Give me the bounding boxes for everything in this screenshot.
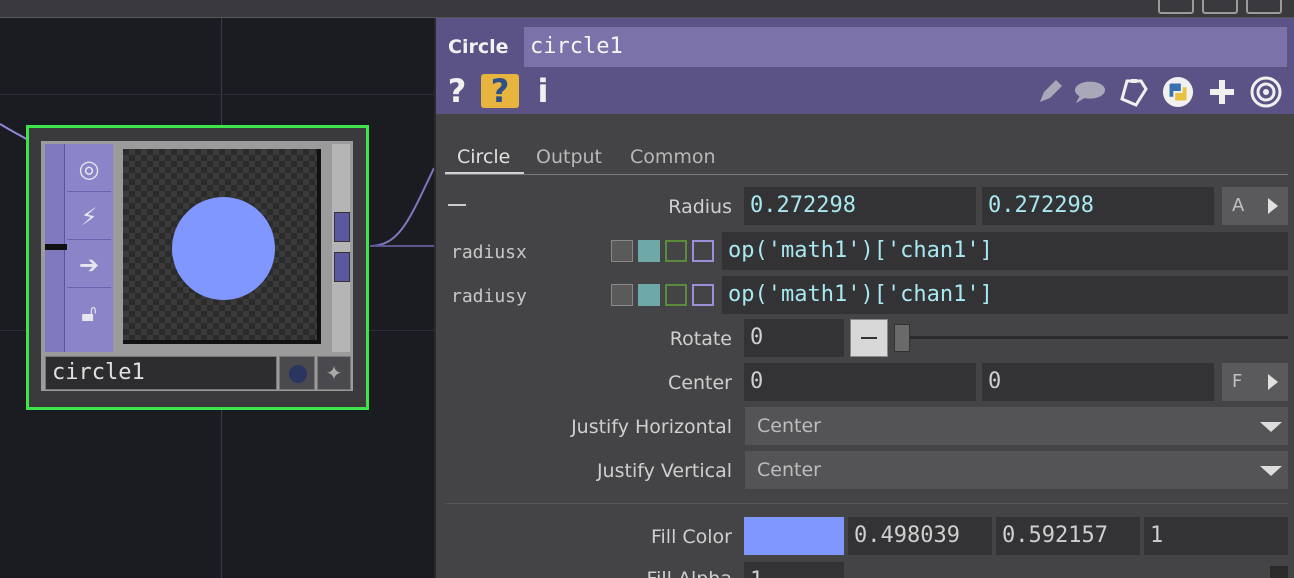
constant-mode-icon[interactable] [611,284,633,306]
tab-common[interactable]: Common [630,142,716,172]
output-wire [369,167,434,247]
node-viewer-button[interactable] [279,356,315,390]
rotate-field[interactable]: 0 [744,319,844,357]
op-name-input[interactable]: circle1 [524,27,1287,67]
viewer-dot-icon [289,365,307,383]
fill-color-r-field[interactable]: 0.498039 [848,517,992,555]
window-title-bar [0,0,1294,18]
justify-vertical-label: Justify Vertical [596,460,732,482]
target-icon[interactable] [1250,76,1282,108]
fill-alpha-slider-handle[interactable] [1270,566,1288,578]
justify-horizontal-label: Justify Horizontal [571,416,732,438]
radius-menu-button[interactable]: A [1222,187,1288,225]
node-output-bar [332,144,350,352]
radiusx-expression-field[interactable]: op('math1')['chan1'] [722,232,1288,270]
export-mode-icon[interactable] [665,240,687,262]
center-menu-button[interactable]: F [1222,363,1288,401]
expression-mode-icon[interactable] [638,240,660,262]
panel-header: Circle circle1 ? ? i [436,18,1294,114]
tab-output[interactable]: Output [536,142,602,172]
circle-top-node[interactable]: ◎ ⚡ ➔ 🔓︎ circle1 ✦ [26,125,369,410]
pencil-icon[interactable] [1034,76,1066,108]
tab-circle[interactable]: Circle [457,142,510,172]
display-arrow-icon[interactable]: ➔ [67,242,111,288]
op-type-label: Circle [448,36,509,58]
tab-divider [445,174,1288,175]
radiusx-label: radiusx [451,242,527,263]
center-label: Center [668,372,732,394]
radiusy-label: radiusy [451,286,527,307]
radius-label: Radius [668,196,732,218]
sparkle-icon: ✦ [325,361,343,385]
python-help-icon[interactable]: ? [481,74,519,108]
window-minimize-button[interactable] [1158,0,1194,14]
circle-preview [172,197,275,300]
rotate-slider-toggle[interactable] [850,319,888,357]
node-cook-button[interactable]: ✦ [317,356,351,390]
export-mode-icon[interactable] [665,284,687,306]
info-icon[interactable]: i [532,74,554,108]
collapse-section-icon[interactable] [448,204,466,206]
rotate-label: Rotate [669,328,732,350]
radiusy-expression-field[interactable]: op('math1')['chan1'] [722,276,1288,314]
window-maximize-button[interactable] [1202,0,1238,14]
fill-color-label: Fill Color [650,526,732,548]
help-icon[interactable]: ? [444,74,470,108]
rotate-slider-track[interactable] [894,336,1288,339]
justify-vertical-dropdown[interactable]: Center [745,451,1288,489]
lock-icon[interactable]: 🔓︎ [67,290,111,336]
bind-mode-icon[interactable] [692,240,714,262]
radius-x-field[interactable]: 0.272298 [744,187,976,225]
fill-alpha-label: Fill Alpha [647,568,732,578]
target-icon[interactable]: ◎ [67,146,111,192]
expression-mode-icon[interactable] [638,284,660,306]
node-preview [123,149,321,344]
comment-icon[interactable] [1074,76,1106,108]
fill-color-swatch[interactable] [744,517,844,555]
parameter-panel: Circle circle1 ? ? i Circle Output Commo… [434,18,1294,578]
rotate-slider-handle[interactable] [894,324,910,352]
fill-color-b-field[interactable]: 1 [1144,517,1288,555]
radius-y-field[interactable]: 0.272298 [982,187,1214,225]
network-editor[interactable]: ◎ ⚡ ➔ 🔓︎ circle1 ✦ [0,18,434,578]
center-x-field[interactable]: 0 [744,363,976,401]
plus-icon[interactable] [1206,76,1238,108]
node-input-connector[interactable] [45,244,67,250]
window-close-button[interactable] [1246,0,1282,14]
center-y-field[interactable]: 0 [982,363,1214,401]
constant-mode-icon[interactable] [611,240,633,262]
python-icon[interactable] [1162,76,1194,108]
clipboard-icon[interactable] [1118,76,1150,108]
fill-color-g-field[interactable]: 0.592157 [996,517,1140,555]
bind-mode-icon[interactable] [692,284,714,306]
justify-horizontal-dropdown[interactable]: Center [745,407,1288,445]
node-name-label[interactable]: circle1 [45,356,277,390]
node-output-connector[interactable] [334,212,350,242]
node-output-connector[interactable] [334,252,350,282]
fill-alpha-field[interactable]: 1 [744,562,844,578]
bypass-icon[interactable]: ⚡ [67,194,111,240]
section-divider [445,503,1288,504]
